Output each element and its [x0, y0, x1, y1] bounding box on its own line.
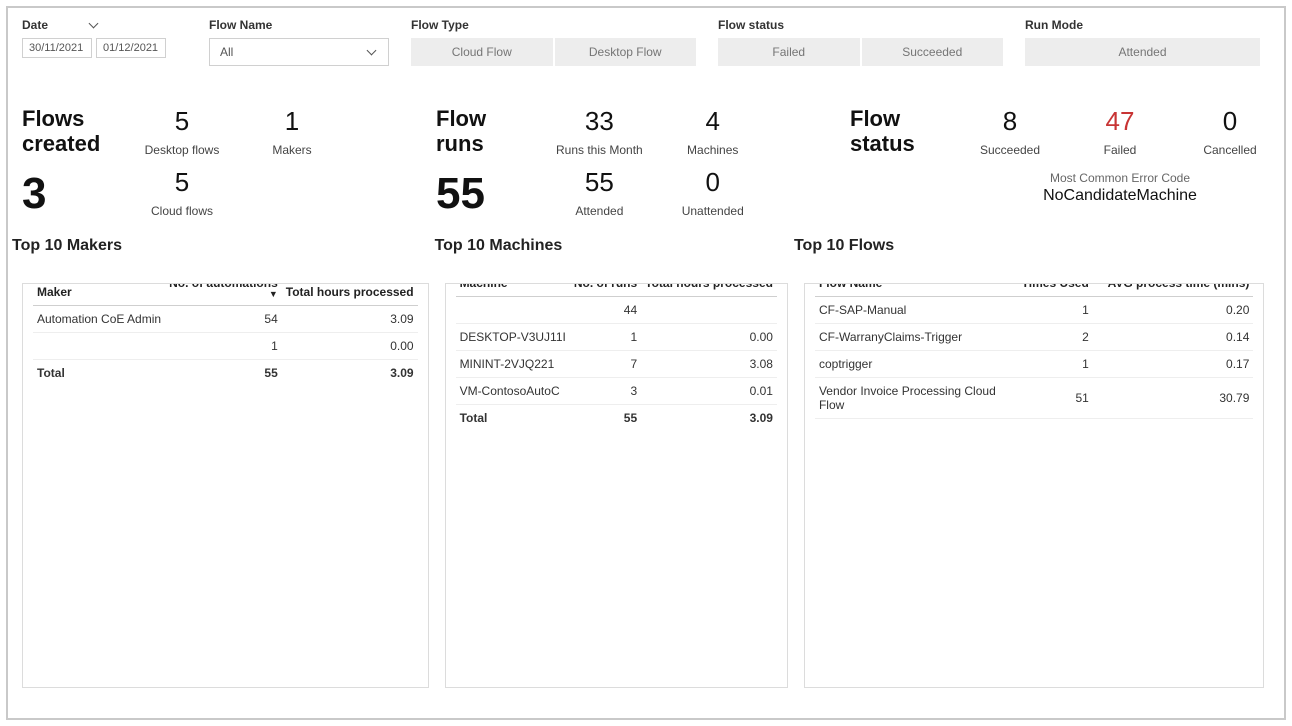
col-hours[interactable]: Total hours processed — [282, 283, 418, 306]
table-row[interactable]: DESKTOP-V3UJ11I 1 0.00 — [456, 323, 777, 350]
panel-title-makers: Top 10 Makers — [12, 237, 122, 255]
lbl-succeeded: Succeeded — [970, 143, 1050, 157]
card-flows-created: Flows created 3 5 Desktop flows 5 Cloud … — [22, 106, 416, 219]
card-flow-status: Flow status 8 Succeeded 47 Failed 0 — [850, 106, 1270, 219]
col-flowname[interactable]: Flow Name — [815, 283, 1012, 297]
tables-row: Top 10 Makers Maker No. of automations ▼… — [22, 259, 1270, 688]
table-total-row: Total 55 3.09 — [456, 404, 777, 431]
table-makers: Maker No. of automations ▼ Total hours p… — [33, 283, 418, 386]
flow-status-label: Flow status — [718, 18, 1003, 32]
table-row[interactable]: VM-ContosoAutoC 3 0.01 — [456, 377, 777, 404]
val-succeeded: 8 — [970, 106, 1050, 137]
flow-name-label: Flow Name — [209, 18, 389, 32]
val-unattended: 0 — [673, 167, 753, 198]
col-maker[interactable]: Maker — [33, 283, 165, 306]
table-row[interactable]: Vendor Invoice Processing Cloud Flow 51 … — [815, 377, 1253, 418]
card-flow-runs-value: 55 — [436, 169, 526, 219]
card-flows-created-value: 3 — [22, 169, 112, 219]
col-machine[interactable]: Machine — [456, 283, 570, 297]
panel-makers: Maker No. of automations ▼ Total hours p… — [22, 283, 429, 688]
chevron-down-icon — [368, 47, 378, 57]
col-times[interactable]: Times Used — [1012, 283, 1093, 297]
val-cloud-flows: 5 — [142, 167, 222, 198]
lbl-makers: Makers — [252, 143, 332, 157]
flow-type-label: Flow Type — [411, 18, 696, 32]
error-code-label: Most Common Error Code — [970, 171, 1270, 185]
date-to-input[interactable]: 01/12/2021 — [96, 38, 166, 58]
panel-title-flows: Top 10 Flows — [794, 237, 894, 255]
lbl-cloud-flows: Cloud flows — [142, 204, 222, 218]
panel-title-machines: Top 10 Machines — [435, 237, 563, 255]
lbl-attended: Attended — [556, 204, 643, 218]
val-attended: 55 — [556, 167, 643, 198]
metrics-row: Flows created 3 5 Desktop flows 5 Cloud … — [22, 106, 1270, 219]
card-title: Flows created — [22, 106, 112, 157]
val-failed: 47 — [1080, 106, 1160, 137]
slicer-attended[interactable]: Attended — [1025, 38, 1260, 66]
lbl-machines: Machines — [673, 143, 753, 157]
panel-machines: Machine No. of runs Total hours processe… — [445, 283, 788, 688]
table-row[interactable]: Automation CoE Admin 54 3.09 — [33, 305, 418, 332]
flow-name-value: All — [220, 45, 233, 59]
lbl-unattended: Unattended — [673, 204, 753, 218]
date-from-input[interactable]: 30/11/2021 — [22, 38, 92, 58]
col-hours[interactable]: Total hours processed — [641, 283, 777, 297]
lbl-cancelled: Cancelled — [1190, 143, 1270, 157]
lbl-failed: Failed — [1080, 143, 1160, 157]
col-runs[interactable]: No. of runs — [570, 283, 641, 297]
panel-flows: Flow Name Times Used AVG process time (m… — [804, 283, 1264, 688]
flow-name-select[interactable]: All — [209, 38, 389, 66]
table-row[interactable]: 1 0.00 — [33, 332, 418, 359]
sort-desc-icon: ▼ — [169, 290, 278, 299]
val-machines: 4 — [673, 106, 753, 137]
table-flows: Flow Name Times Used AVG process time (m… — [815, 283, 1253, 419]
error-code-value: NoCandidateMachine — [970, 187, 1270, 205]
card-flow-runs: Flow runs 55 33 Runs this Month 55 Atten… — [436, 106, 830, 219]
card-title: Flow runs — [436, 106, 526, 157]
date-label: Date — [22, 18, 48, 32]
table-machines: Machine No. of runs Total hours processe… — [456, 283, 777, 431]
chevron-down-icon[interactable] — [90, 20, 100, 30]
val-desktop-flows: 5 — [142, 106, 222, 137]
card-title: Flow status — [850, 106, 940, 157]
slicer-cloud-flow[interactable]: Cloud Flow — [411, 38, 553, 66]
table-total-row: Total 55 3.09 — [33, 359, 418, 386]
val-runs-month: 33 — [556, 106, 643, 137]
val-cancelled: 0 — [1190, 106, 1270, 137]
lbl-desktop-flows: Desktop flows — [142, 143, 222, 157]
table-row[interactable]: MININT-2VJQ221 7 3.08 — [456, 350, 777, 377]
table-row[interactable]: coptrigger 1 0.17 — [815, 350, 1253, 377]
lbl-runs-month: Runs this Month — [556, 143, 643, 157]
table-row[interactable]: 44 — [456, 296, 777, 323]
table-row[interactable]: CF-SAP-Manual 1 0.20 — [815, 296, 1253, 323]
slicer-succeeded[interactable]: Succeeded — [862, 38, 1004, 66]
col-automations[interactable]: No. of automations ▼ — [165, 283, 282, 306]
slicer-failed[interactable]: Failed — [718, 38, 860, 66]
table-row[interactable]: CF-WarranyClaims-Trigger 2 0.14 — [815, 323, 1253, 350]
run-mode-label: Run Mode — [1025, 18, 1260, 32]
col-avg[interactable]: AVG process time (mins) — [1093, 283, 1254, 297]
slicer-desktop-flow[interactable]: Desktop Flow — [555, 38, 697, 66]
filter-bar: Date 30/11/2021 01/12/2021 Flow Name All… — [22, 18, 1270, 66]
val-makers: 1 — [252, 106, 332, 137]
